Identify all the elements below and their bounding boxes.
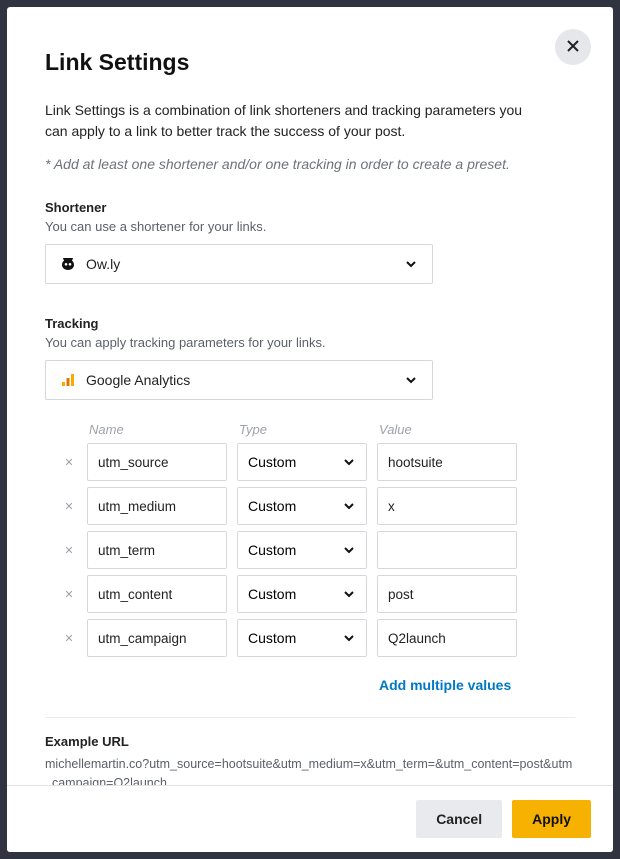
col-value: Value bbox=[379, 422, 519, 437]
hint-text: * Add at least one shortener and/or one … bbox=[45, 156, 575, 172]
remove-param-icon[interactable]: ✕ bbox=[61, 456, 77, 469]
tracking-selected: Google Analytics bbox=[86, 372, 190, 388]
remove-param-icon[interactable]: ✕ bbox=[61, 500, 77, 513]
tracking-label: Tracking bbox=[45, 316, 575, 331]
intro-text: Link Settings is a combination of link s… bbox=[45, 100, 545, 142]
param-row: ✕ Custom bbox=[61, 575, 575, 613]
divider bbox=[45, 717, 575, 718]
page-title: Link Settings bbox=[45, 49, 575, 76]
apply-button[interactable]: Apply bbox=[512, 800, 591, 838]
example-url-label: Example URL bbox=[45, 734, 575, 749]
chevron-down-icon bbox=[342, 631, 356, 645]
param-value-input[interactable] bbox=[377, 575, 517, 613]
param-name-input[interactable] bbox=[87, 443, 227, 481]
param-value-input[interactable] bbox=[377, 531, 517, 569]
shortener-sub: You can use a shortener for your links. bbox=[45, 219, 575, 234]
param-value-input[interactable] bbox=[377, 443, 517, 481]
shortener-selected: Ow.ly bbox=[86, 256, 120, 272]
param-type-dropdown[interactable]: Custom bbox=[237, 443, 367, 481]
remove-param-icon[interactable]: ✕ bbox=[61, 588, 77, 601]
tracking-params: Name Type Value ✕ Custom ✕ Custom ✕ Custom ✕ Cu… bbox=[45, 422, 575, 695]
remove-param-icon[interactable]: ✕ bbox=[61, 632, 77, 645]
param-name-input[interactable] bbox=[87, 531, 227, 569]
param-row: ✕ Custom bbox=[61, 487, 575, 525]
param-row: ✕ Custom bbox=[61, 619, 575, 657]
param-value-input[interactable] bbox=[377, 619, 517, 657]
param-row: ✕ Custom bbox=[61, 443, 575, 481]
chevron-down-icon bbox=[342, 455, 356, 469]
param-name-input[interactable] bbox=[87, 619, 227, 657]
param-header: Name Type Value bbox=[61, 422, 575, 437]
col-name: Name bbox=[89, 422, 229, 437]
tracking-dropdown[interactable]: Google Analytics bbox=[45, 360, 433, 400]
param-value-input[interactable] bbox=[377, 487, 517, 525]
param-type-dropdown[interactable]: Custom bbox=[237, 619, 367, 657]
chevron-down-icon bbox=[404, 373, 418, 387]
close-icon bbox=[566, 39, 580, 56]
close-button[interactable] bbox=[555, 29, 591, 65]
param-type-dropdown[interactable]: Custom bbox=[237, 531, 367, 569]
shortener-dropdown[interactable]: Ow.ly bbox=[45, 244, 433, 284]
google-analytics-icon bbox=[60, 372, 76, 388]
owly-icon bbox=[60, 256, 76, 272]
remove-param-icon[interactable]: ✕ bbox=[61, 544, 77, 557]
param-type-dropdown[interactable]: Custom bbox=[237, 487, 367, 525]
param-name-input[interactable] bbox=[87, 575, 227, 613]
add-multiple-values-link[interactable]: Add multiple values bbox=[379, 677, 511, 693]
chevron-down-icon bbox=[342, 499, 356, 513]
modal-footer: Cancel Apply bbox=[7, 785, 613, 852]
chevron-down-icon bbox=[342, 543, 356, 557]
col-type: Type bbox=[239, 422, 369, 437]
cancel-button[interactable]: Cancel bbox=[416, 800, 502, 838]
shortener-label: Shortener bbox=[45, 200, 575, 215]
tracking-sub: You can apply tracking parameters for yo… bbox=[45, 335, 575, 350]
param-row: ✕ Custom bbox=[61, 531, 575, 569]
param-type-dropdown[interactable]: Custom bbox=[237, 575, 367, 613]
chevron-down-icon bbox=[404, 257, 418, 271]
chevron-down-icon bbox=[342, 587, 356, 601]
link-settings-modal: Link Settings Link Settings is a combina… bbox=[7, 7, 613, 852]
param-name-input[interactable] bbox=[87, 487, 227, 525]
